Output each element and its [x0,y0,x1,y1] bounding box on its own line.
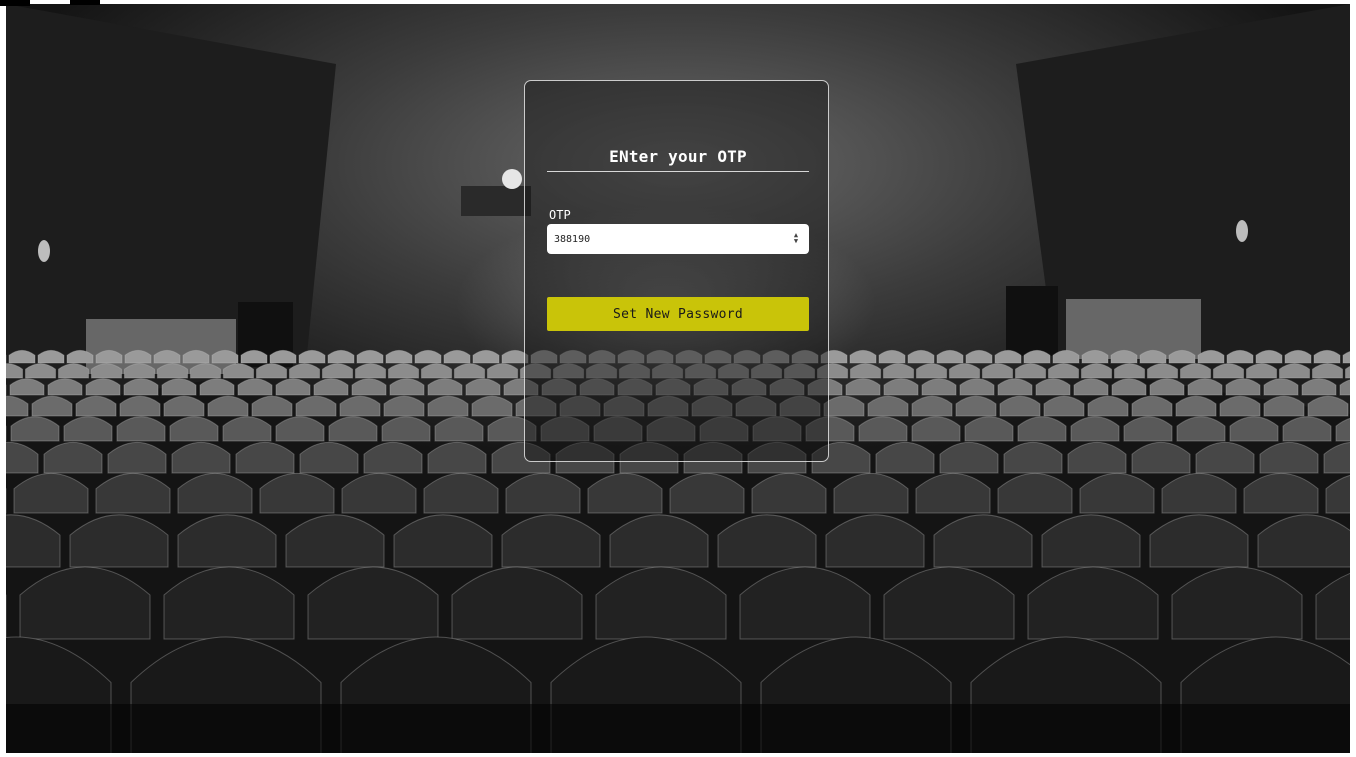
background-frame: ENter your OTP OTP ▲▼ Set New Password [6,4,1350,753]
number-spinner-icon[interactable]: ▲ ▼ [791,232,801,246]
corner-mark [70,0,100,5]
form-title: ENter your OTP [609,147,747,166]
set-new-password-button[interactable]: Set New Password [547,297,809,331]
otp-label: OTP [549,208,571,222]
corner-mark [0,0,30,6]
title-divider [547,171,809,172]
page: ENter your OTP OTP ▲▼ Set New Password [0,0,1356,757]
otp-input[interactable] [547,224,809,254]
otp-form-panel: ENter your OTP OTP ▲▼ Set New Password [524,80,829,462]
